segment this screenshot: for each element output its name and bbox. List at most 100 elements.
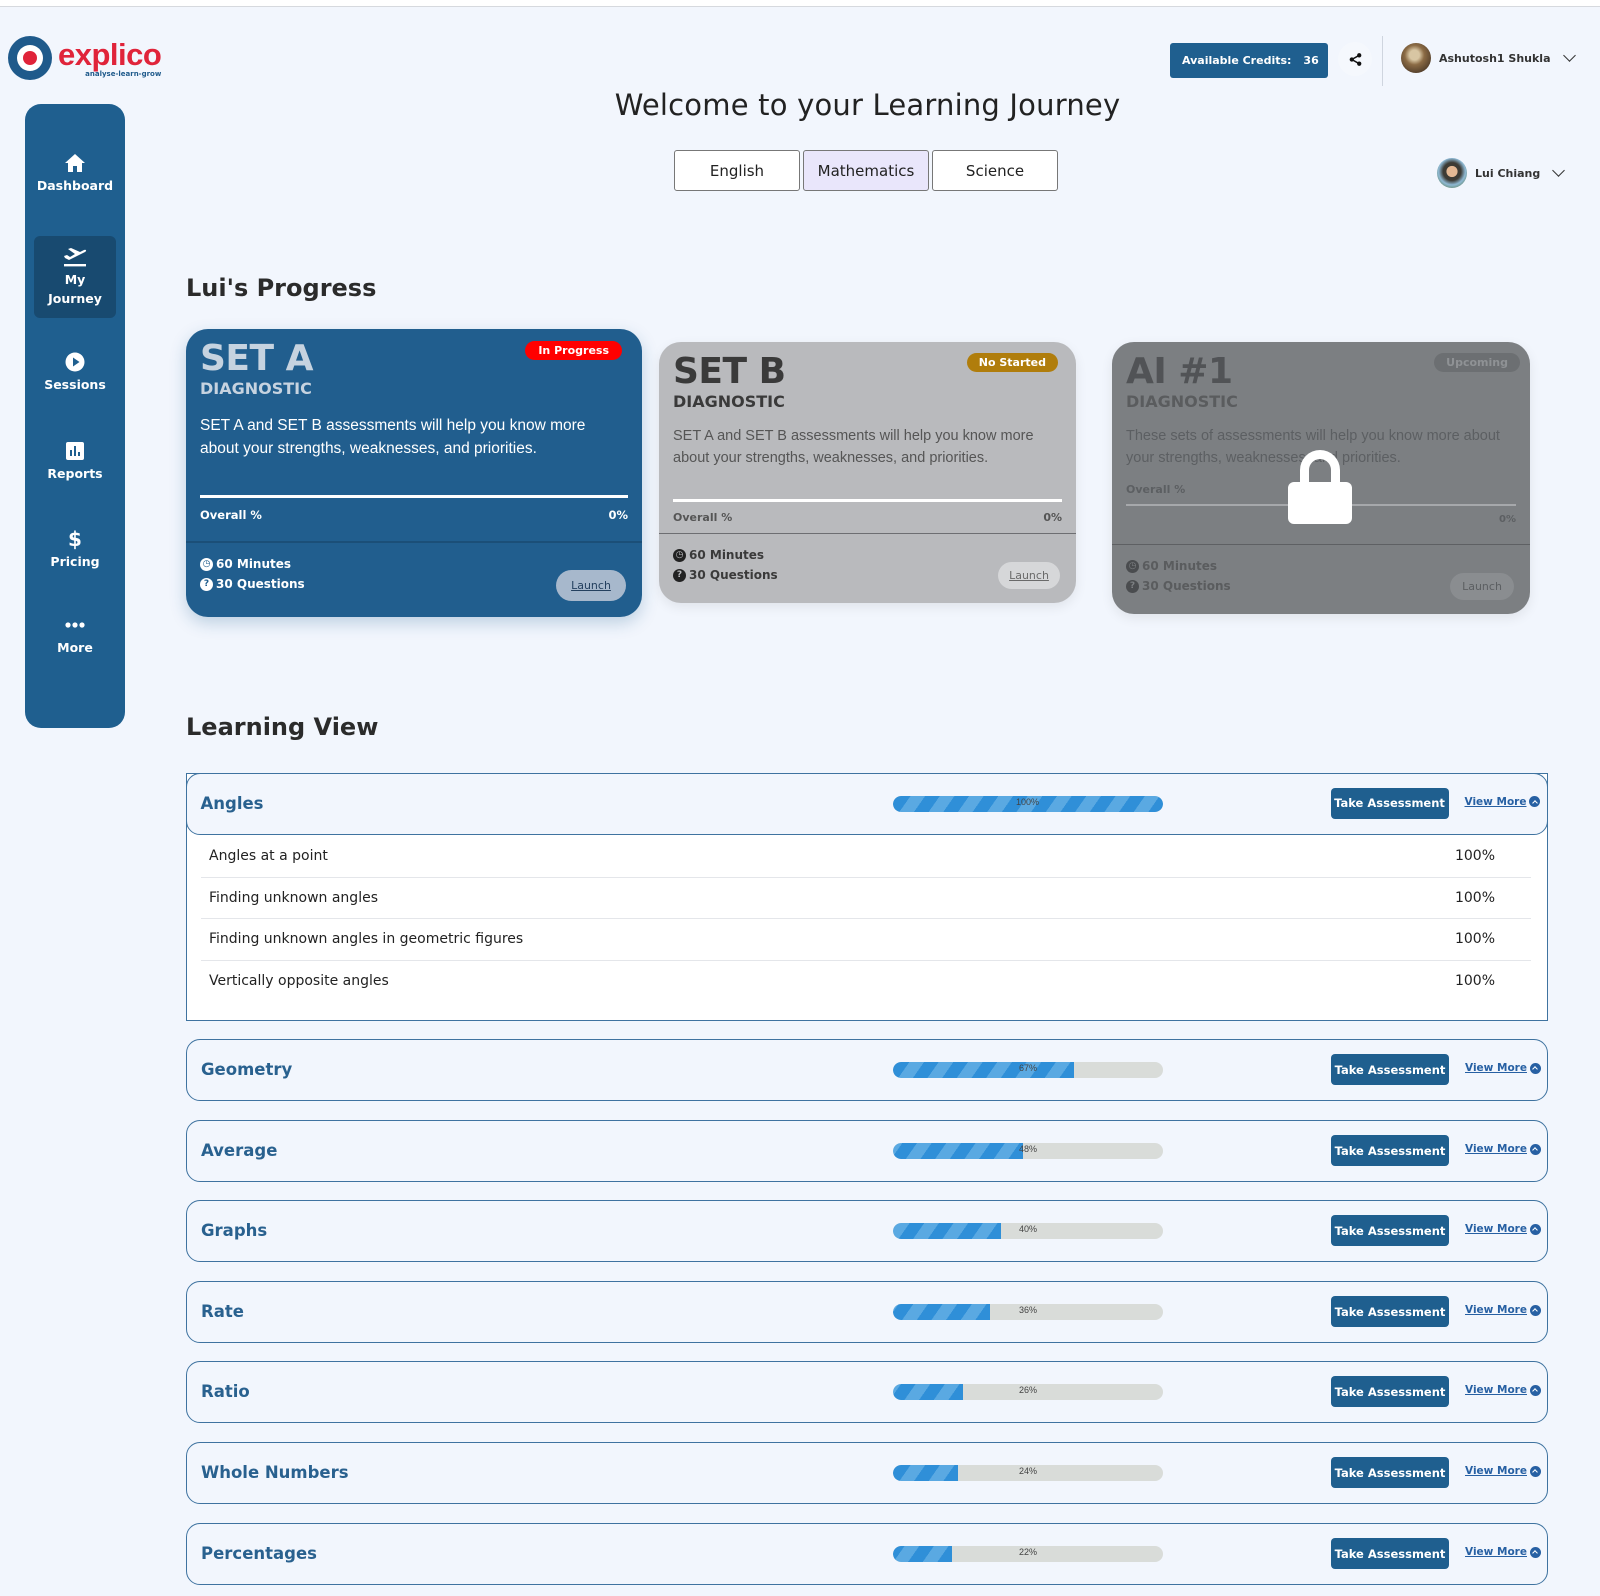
view-more-link[interactable]: View More (1465, 1465, 1541, 1477)
topic-progress-label: 36% (1018, 1305, 1037, 1315)
view-more-label: View More (1465, 1062, 1527, 1074)
topic-progress-label: 67% (1018, 1063, 1037, 1073)
launch-button[interactable]: Launch (556, 570, 626, 601)
topic-name: Average (201, 1141, 278, 1160)
child-avatar (1437, 158, 1467, 188)
child-user-menu[interactable]: Lui Chiang (1437, 158, 1566, 188)
topic-name: Angles (200, 793, 264, 813)
assessment-card-set-a: SET A DIAGNOSTIC SET A and SET B assessm… (186, 329, 642, 617)
sidebar-item-label: Pricing (50, 554, 100, 569)
take-assessment-button[interactable]: Take Assessment (1331, 1054, 1449, 1085)
sidebar-item-label: Reports (47, 466, 103, 481)
view-more-link[interactable]: View More (1465, 1304, 1541, 1316)
subject-tabs: English Mathematics Science (674, 150, 1058, 191)
view-more-link[interactable]: View More (1465, 1143, 1541, 1155)
tab-mathematics[interactable]: Mathematics (803, 150, 929, 191)
take-assessment-button[interactable]: Take Assessment (1331, 1457, 1449, 1488)
explico-logo[interactable]: explico analyse-learn-grow (8, 36, 162, 80)
clock-icon: ◷ (1126, 559, 1139, 573)
subtopic-percent: 100% (1454, 973, 1495, 990)
topic-row[interactable]: Geometry 67% Take Assessment View More (186, 1039, 1548, 1101)
card-duration: 60 Minutes (1142, 559, 1218, 573)
sidebar-item-reports[interactable]: Reports (35, 440, 115, 481)
page-title: Welcome to your Learning Journey (614, 88, 1121, 122)
view-more-label: View More (1465, 1304, 1527, 1316)
subtopic-name: Vertically opposite angles (209, 973, 389, 990)
sidebar-item-label: Journey (48, 291, 102, 306)
sidebar-item-label: Sessions (44, 377, 106, 392)
view-more-label: View More (1465, 1546, 1527, 1558)
progress-section-title: Lui's Progress (186, 274, 377, 302)
status-badge: In Progress (525, 341, 622, 360)
take-assessment-button[interactable]: Take Assessment (1331, 1215, 1449, 1246)
view-more-link[interactable]: View More (1465, 1384, 1541, 1396)
tab-english[interactable]: English (674, 150, 800, 191)
view-more-link[interactable]: View More (1465, 1546, 1541, 1558)
take-assessment-button[interactable]: Take Assessment (1331, 1135, 1449, 1166)
topic-row[interactable]: Percentages 22% Take Assessment View More (186, 1523, 1548, 1585)
parent-user-menu[interactable]: Ashutosh1 Shukla (1401, 43, 1576, 73)
logo-mark-icon (8, 36, 52, 80)
card-duration: 60 Minutes (689, 548, 765, 562)
topic-name: Geometry (201, 1060, 293, 1079)
launch-button: Launch (1450, 573, 1514, 600)
topic-row[interactable]: Ratio 26% Take Assessment View More (186, 1361, 1548, 1423)
sidebar-item-my-journey[interactable]: My Journey (34, 236, 116, 318)
logo-tagline: analyse-learn-grow (85, 69, 162, 78)
card-subtitle: DIAGNOSTIC (200, 379, 312, 398)
overall-label: Overall % (1126, 483, 1186, 496)
subtopic-row: Finding unknown angles 100% (201, 878, 1531, 919)
view-more-label: View More (1464, 795, 1527, 808)
chevron-up-circle-icon (1529, 1223, 1541, 1235)
topic-row[interactable]: Rate 36% Take Assessment View More (186, 1281, 1548, 1343)
card-description: SET A and SET B assessments will help yo… (673, 428, 1034, 466)
lock-icon (1288, 450, 1352, 524)
launch-button[interactable]: Launch (998, 562, 1060, 589)
topic-name: Whole Numbers (201, 1463, 349, 1482)
view-more-link[interactable]: View More (1465, 1223, 1541, 1235)
view-more-link[interactable]: View More (1465, 1062, 1541, 1074)
topic-row[interactable]: Whole Numbers 24% Take Assessment View More (186, 1442, 1548, 1504)
sidebar-item-dashboard[interactable]: Dashboard (35, 152, 115, 193)
card-questions: 30 Questions (689, 568, 778, 582)
chevron-up-circle-icon (1529, 1465, 1541, 1477)
sidebar-item-sessions[interactable]: Sessions (35, 351, 115, 392)
topic-progress-label: 48% (1018, 1144, 1037, 1154)
chevron-down-icon (1562, 49, 1576, 62)
topic-progress-label: 22% (1018, 1547, 1037, 1557)
clock-icon: ◷ (200, 557, 213, 571)
view-more-link[interactable]: View More (1465, 796, 1541, 808)
view-more-label: View More (1465, 1384, 1527, 1396)
topic-row[interactable]: Angles 100% Take Assessment View More (185, 772, 1548, 835)
question-icon: ? (200, 577, 213, 591)
sidebar-item-pricing[interactable]: $ Pricing (35, 527, 115, 569)
home-icon (64, 152, 86, 174)
topic-progress-label: 26% (1018, 1385, 1037, 1395)
topic-row[interactable]: Average 48% Take Assessment View More (186, 1120, 1548, 1182)
available-credits-badge[interactable]: Available Credits: 36 (1170, 43, 1328, 78)
subtopic-percent: 100% (1454, 931, 1495, 948)
subtopic-row: Vertically opposite angles 100% (201, 961, 1531, 1003)
take-assessment-button[interactable]: Take Assessment (1331, 1376, 1449, 1407)
tab-science[interactable]: Science (932, 150, 1058, 191)
share-button[interactable] (1338, 42, 1372, 76)
topic-row[interactable]: Graphs 40% Take Assessment View More (186, 1200, 1548, 1262)
subtopic-name: Finding unknown angles in geometric figu… (209, 931, 524, 948)
chevron-down-icon (1552, 164, 1566, 177)
card-duration: 60 Minutes (216, 557, 292, 571)
sidebar-item-more[interactable]: More (35, 614, 115, 655)
topic-angles-expanded: Angles 100% Take Assessment View More Angle… (185, 772, 1548, 1021)
topic-name: Ratio (201, 1382, 250, 1401)
credits-label: Available Credits: (1182, 54, 1292, 67)
plane-departure-icon (62, 246, 88, 268)
take-assessment-button[interactable]: Take Assessment (1331, 1296, 1449, 1327)
take-assessment-button[interactable]: Take Assessment (1330, 787, 1449, 819)
chevron-up-circle-icon (1529, 796, 1541, 807)
overall-value: 0% (1499, 514, 1516, 525)
topic-progress-bar: 26% (893, 1384, 1163, 1400)
card-subtitle: DIAGNOSTIC (673, 392, 785, 411)
topic-name: Graphs (201, 1221, 268, 1240)
take-assessment-button[interactable]: Take Assessment (1331, 1538, 1449, 1569)
share-icon (1349, 52, 1361, 66)
subtopic-row: Angles at a point 100% (201, 836, 1531, 878)
